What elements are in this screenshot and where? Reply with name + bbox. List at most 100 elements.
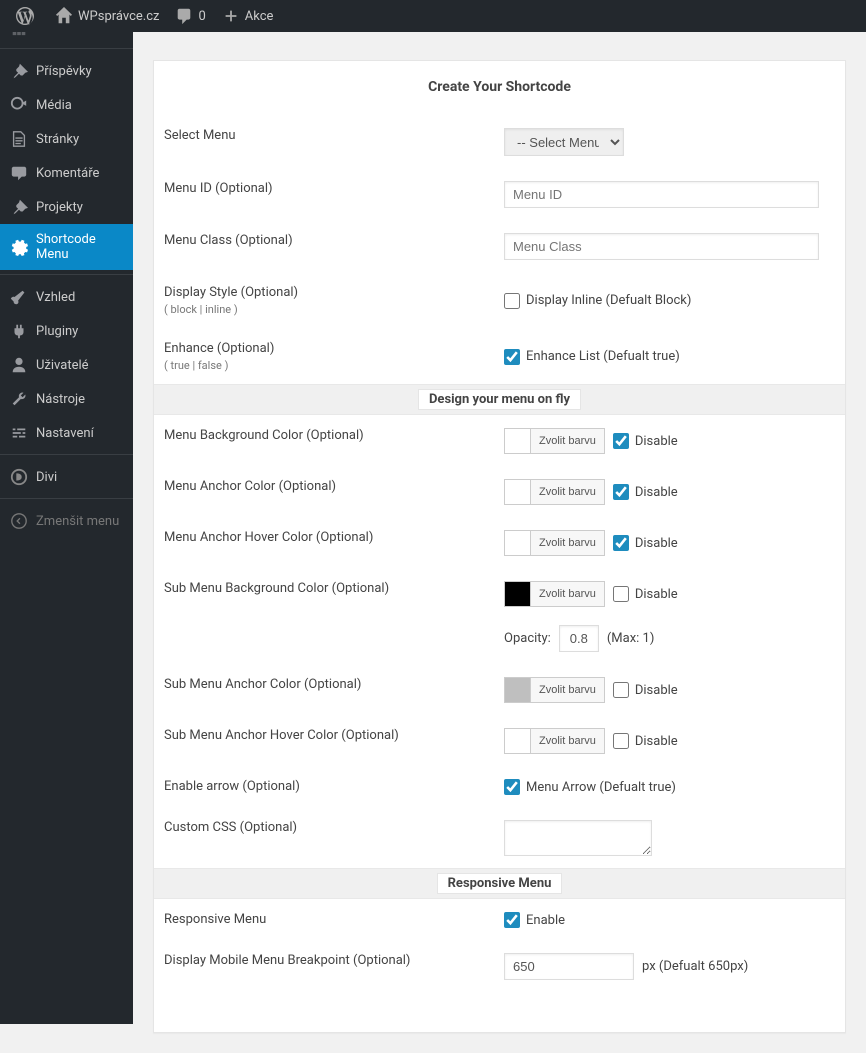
panel-title: Create Your Shortcode	[154, 61, 845, 115]
collapse-icon	[10, 512, 28, 530]
sidebar-item-projects[interactable]: Projekty	[0, 190, 133, 224]
dashboard-icon	[10, 32, 28, 36]
enhance-checkbox[interactable]	[504, 349, 520, 365]
checkbox-enhance[interactable]: Enhance List (Defualt true)	[504, 349, 680, 365]
main-content: Create Your Shortcode Select Menu -- Sel…	[133, 32, 866, 1053]
label-css: Custom CSS (Optional)	[164, 820, 504, 856]
sidebar-label: Pluginy	[36, 324, 78, 339]
sidebar-item-posts[interactable]: Příspěvky	[0, 54, 133, 88]
checkbox-disable-bg[interactable]: Disable	[613, 433, 678, 449]
color-swatch	[505, 480, 531, 504]
sidebar-item-users[interactable]: Uživatelé	[0, 348, 133, 382]
row-enhance: Enhance (Optional) ( true | false ) Enha…	[154, 328, 845, 384]
sidebar-item-tools[interactable]: Nástroje	[0, 382, 133, 416]
sidebar-label: Nastavení	[36, 426, 94, 441]
sidebar-label: Nástroje	[36, 392, 85, 407]
sidebar-label: Nástěnka	[36, 32, 91, 35]
page-icon	[10, 130, 28, 148]
color-swatch	[505, 582, 531, 606]
wrench-icon	[10, 390, 28, 408]
label-breakpoint: Display Mobile Menu Breakpoint (Optional…	[164, 953, 504, 980]
new-content-link[interactable]: Akce	[214, 0, 282, 32]
opacity-label: Opacity:	[504, 631, 551, 646]
sub-anchor-hover-picker[interactable]: Zvolit barvu	[504, 728, 605, 754]
label-bg-color: Menu Background Color (Optional)	[164, 428, 504, 454]
site-name-link[interactable]: WPsprávce.cz	[47, 0, 167, 32]
sidebar-label: Komentáře	[36, 166, 99, 181]
row-arrow: Enable arrow (Optional) Menu Arrow (Defu…	[154, 766, 845, 807]
section-responsive-heading: Responsive Menu	[154, 868, 845, 899]
sidebar-label: Stránky	[36, 132, 79, 147]
custom-css-textarea[interactable]	[504, 820, 652, 856]
menu-id-input[interactable]	[504, 181, 819, 208]
sliders-icon	[10, 424, 28, 442]
row-sub-anchor-hover: Sub Menu Anchor Hover Color (Optional) Z…	[154, 715, 845, 766]
wordpress-icon	[16, 7, 34, 25]
gear-icon	[10, 238, 28, 256]
bg-color-picker[interactable]: Zvolit barvu	[504, 428, 605, 454]
sidebar-item-appearance[interactable]: Vzhled	[0, 280, 133, 314]
display-inline-checkbox[interactable]	[504, 293, 520, 309]
sidebar-label: Projekty	[36, 200, 83, 215]
sidebar-item-shortcode-menu[interactable]: Shortcode Menu	[0, 224, 133, 270]
sidebar-item-pages[interactable]: Stránky	[0, 122, 133, 156]
new-content-text: Akce	[245, 9, 274, 24]
admin-sidebar: Nástěnka Příspěvky Média Stránky Komentá…	[0, 32, 133, 1024]
shortcode-panel: Create Your Shortcode Select Menu -- Sel…	[153, 60, 846, 1033]
sidebar-item-media[interactable]: Média	[0, 88, 133, 122]
hint-enhance: ( true | false )	[164, 359, 484, 372]
menu-class-input[interactable]	[504, 233, 819, 260]
label-menu-class: Menu Class (Optional)	[164, 233, 504, 260]
anchor-color-picker[interactable]: Zvolit barvu	[504, 479, 605, 505]
sidebar-item-comments[interactable]: Komentáře	[0, 156, 133, 190]
checkbox-disable-sub-hover[interactable]: Disable	[613, 733, 678, 749]
comments-link[interactable]: 0	[167, 0, 213, 32]
sidebar-label: Příspěvky	[36, 64, 92, 79]
checkbox-disable-hover[interactable]: Disable	[613, 535, 678, 551]
divi-icon	[10, 468, 28, 486]
opacity-row: Opacity: (Max: 1)	[504, 625, 835, 652]
checkbox-arrow[interactable]: Menu Arrow (Defualt true)	[504, 779, 676, 795]
hint-display-style: ( block | inline )	[164, 303, 484, 316]
sidebar-collapse[interactable]: Zmenšit menu	[0, 504, 133, 538]
label-sub-bg: Sub Menu Background Color (Optional)	[164, 581, 504, 652]
checkbox-disable-sub-bg[interactable]: Disable	[613, 586, 678, 602]
sidebar-item-plugins[interactable]: Pluginy	[0, 314, 133, 348]
checkbox-display-inline[interactable]: Display Inline (Defualt Block)	[504, 293, 691, 309]
row-breakpoint: Display Mobile Menu Breakpoint (Optional…	[154, 940, 845, 992]
checkbox-responsive[interactable]: Enable	[504, 912, 565, 928]
checkbox-disable-anchor[interactable]: Disable	[613, 484, 678, 500]
sub-bg-picker[interactable]: Zvolit barvu	[504, 581, 605, 607]
color-swatch	[505, 678, 531, 702]
wp-logo[interactable]	[8, 0, 47, 32]
row-bg-color: Menu Background Color (Optional) Zvolit …	[154, 415, 845, 466]
label-sub-anchor: Sub Menu Anchor Color (Optional)	[164, 677, 504, 703]
sub-anchor-picker[interactable]: Zvolit barvu	[504, 677, 605, 703]
row-menu-class: Menu Class (Optional)	[154, 220, 845, 272]
sidebar-label: Média	[36, 98, 72, 113]
checkbox-disable-sub-anchor[interactable]: Disable	[613, 682, 678, 698]
breakpoint-hint: px (Defualt 650px)	[642, 959, 748, 974]
color-swatch	[505, 729, 531, 753]
sidebar-separator	[0, 44, 133, 49]
breakpoint-input[interactable]	[504, 953, 634, 980]
sidebar-separator	[0, 494, 133, 499]
anchor-hover-picker[interactable]: Zvolit barvu	[504, 530, 605, 556]
pin-icon	[10, 198, 28, 216]
sidebar-item-divi[interactable]: Divi	[0, 460, 133, 494]
sidebar-item-dashboard-tail[interactable]: Nástěnka	[0, 32, 133, 44]
checkbox-label: Display Inline (Defualt Block)	[526, 293, 691, 308]
select-menu[interactable]: -- Select Menu --	[504, 128, 624, 156]
label-display-style: Display Style (Optional)	[164, 285, 484, 300]
label-responsive: Responsive Menu	[164, 912, 504, 928]
site-name-text: WPsprávce.cz	[78, 9, 159, 24]
sidebar-separator	[0, 450, 133, 455]
row-sub-bg: Sub Menu Background Color (Optional) Zvo…	[154, 568, 845, 664]
row-anchor-hover: Menu Anchor Hover Color (Optional) Zvoli…	[154, 517, 845, 568]
sidebar-item-settings[interactable]: Nastavení	[0, 416, 133, 450]
opacity-input[interactable]	[559, 625, 599, 652]
user-icon	[10, 356, 28, 374]
label-select-menu: Select Menu	[164, 128, 504, 156]
sidebar-label: Shortcode Menu	[36, 232, 123, 262]
label-menu-id: Menu ID (Optional)	[164, 181, 504, 208]
